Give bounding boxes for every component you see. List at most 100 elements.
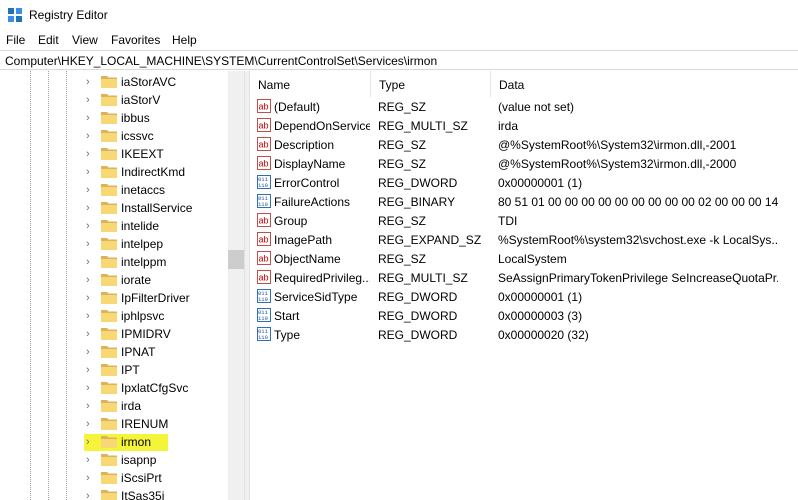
tree-item[interactable]: › InstallService — [0, 199, 228, 217]
value-name: ErrorControl — [274, 176, 340, 190]
value-row[interactable]: 011 110 ErrorControl REG_DWORD 0x00000001 (1… — [250, 173, 798, 192]
tree-item[interactable]: › irmon — [0, 433, 228, 451]
value-row[interactable]: ab ImagePath REG_EXPAND_SZ %SystemRoot%\sys… — [250, 230, 798, 249]
expand-chevron-icon[interactable]: › — [86, 490, 96, 500]
expand-chevron-icon[interactable]: › — [86, 328, 96, 340]
tree-item[interactable]: › iaStorV — [0, 91, 228, 109]
menu-favorites[interactable]: Favorites — [111, 33, 160, 47]
svg-text:110: 110 — [258, 182, 268, 189]
expand-chevron-icon[interactable]: › — [86, 364, 96, 376]
value-row[interactable]: ab DependOnService REG_MULTI_SZ irda — [250, 116, 798, 135]
tree-item-label: intelppm — [121, 255, 167, 269]
value-row[interactable]: ab Description REG_SZ @%SystemRoot%\System3… — [250, 135, 798, 154]
value-row[interactable]: 011 110 Start REG_DWORD 0x00000003 (3) — [250, 306, 798, 325]
expand-chevron-icon[interactable]: › — [86, 292, 96, 304]
value-row[interactable]: ab (Default) REG_SZ (value not set) — [250, 97, 798, 116]
value-data: SeAssignPrimaryTokenPrivilege SeIncrease… — [498, 271, 778, 285]
tree-item[interactable]: › irda — [0, 397, 228, 415]
expand-chevron-icon[interactable]: › — [86, 310, 96, 322]
column-header-type[interactable]: Type — [371, 71, 491, 97]
value-row[interactable]: 011 110 FailureActions REG_BINARY 80 51 01 0… — [250, 192, 798, 211]
tree-item[interactable]: › iaStorAVC — [0, 73, 228, 91]
tree-item[interactable]: › IpxlatCfgSvc — [0, 379, 228, 397]
tree-item-label: IpxlatCfgSvc — [121, 381, 189, 395]
expand-chevron-icon[interactable]: › — [86, 238, 96, 250]
expand-chevron-icon[interactable]: › — [86, 76, 96, 88]
value-row[interactable]: ab DisplayName REG_SZ @%SystemRoot%\System3… — [250, 154, 798, 173]
value-type: REG_SZ — [378, 100, 427, 114]
value-row[interactable]: 011 110 ServiceSidType REG_DWORD 0x00000001 … — [250, 287, 798, 306]
tree-item[interactable]: › isapnp — [0, 451, 228, 469]
value-name: Group — [274, 214, 308, 228]
tree-item-label: IRENUM — [121, 417, 169, 431]
menu-file[interactable]: File — [6, 33, 25, 47]
values-pane[interactable]: Name Type Data ab (Default) REG_SZ (value n… — [250, 71, 798, 500]
tree-item[interactable]: › IPMIDRV — [0, 325, 228, 343]
expand-chevron-icon[interactable]: › — [86, 184, 96, 196]
tree-scrollbar[interactable] — [228, 71, 244, 500]
value-data: 0x00000003 (3) — [498, 309, 583, 323]
expand-chevron-icon[interactable]: › — [86, 148, 96, 160]
value-name: ServiceSidType — [274, 290, 358, 304]
tree-item[interactable]: › IndirectKmd — [0, 163, 228, 181]
value-name: FailureActions — [274, 195, 351, 209]
value-row[interactable]: ab RequiredPrivileg... REG_MULTI_SZ SeAssig… — [250, 268, 798, 287]
tree-item[interactable]: › IRENUM — [0, 415, 228, 433]
expand-chevron-icon[interactable]: › — [86, 220, 96, 232]
expand-chevron-icon[interactable]: › — [86, 436, 96, 448]
tree-item[interactable]: › iphlpsvc — [0, 307, 228, 325]
address-path[interactable]: Computer\HKEY_LOCAL_MACHINE\SYSTEM\Curre… — [5, 54, 437, 68]
value-row[interactable]: 011 110 Type REG_DWORD 0x00000020 (32) — [250, 325, 798, 344]
expand-chevron-icon[interactable]: › — [86, 472, 96, 484]
expand-chevron-icon[interactable]: › — [86, 400, 96, 412]
expand-chevron-icon[interactable]: › — [86, 382, 96, 394]
value-name: DisplayName — [274, 157, 346, 171]
tree-item[interactable]: › intelide — [0, 217, 228, 235]
expand-chevron-icon[interactable]: › — [86, 130, 96, 142]
tree-item[interactable]: › IPNAT — [0, 343, 228, 361]
expand-chevron-icon[interactable]: › — [86, 274, 96, 286]
key-tree-pane[interactable]: › iaStorAVC › iaStorV › ibbus › icssvc › IKEEXT › I… — [0, 71, 244, 500]
expand-chevron-icon[interactable]: › — [86, 166, 96, 178]
tree-item[interactable]: › intelppm — [0, 253, 228, 271]
tree-item[interactable]: › icssvc — [0, 127, 228, 145]
value-name: (Default) — [274, 100, 321, 114]
tree-item-label: irmon — [121, 435, 152, 449]
tree-item[interactable]: › ItSas35i — [0, 487, 228, 500]
value-name: ImagePath — [274, 233, 333, 247]
expand-chevron-icon[interactable]: › — [86, 454, 96, 466]
string-value-icon: ab — [257, 270, 271, 284]
value-name: ObjectName — [274, 252, 341, 266]
tree-item[interactable]: › iorate — [0, 271, 228, 289]
binary-value-icon: 011110 — [257, 289, 271, 303]
value-row[interactable]: ab ObjectName REG_SZ LocalSystem — [250, 249, 798, 268]
tree-item[interactable]: › inetaccs — [0, 181, 228, 199]
registry-editor-icon — [8, 8, 22, 22]
tree-item[interactable]: › IPT — [0, 361, 228, 379]
expand-chevron-icon[interactable]: › — [86, 418, 96, 430]
column-header-name[interactable]: Name — [250, 71, 371, 97]
tree-item-label: intelpep — [121, 237, 164, 251]
menu-edit[interactable]: Edit — [38, 33, 59, 47]
expand-chevron-icon[interactable]: › — [86, 256, 96, 268]
expand-chevron-icon[interactable]: › — [86, 94, 96, 106]
tree-scroll-thumb[interactable] — [228, 250, 244, 269]
tree-item[interactable]: › IpFilterDriver — [0, 289, 228, 307]
address-bar[interactable]: Computer\HKEY_LOCAL_MACHINE\SYSTEM\Curre… — [0, 50, 798, 70]
folder-icon — [101, 148, 117, 160]
tree-item[interactable]: › intelpep — [0, 235, 228, 253]
tree-item[interactable]: › IKEEXT — [0, 145, 228, 163]
value-data: 0x00000020 (32) — [498, 328, 589, 342]
menu-help[interactable]: Help — [172, 33, 197, 47]
tree-item[interactable]: › ibbus — [0, 109, 228, 127]
tree-item-label: isapnp — [121, 453, 157, 467]
column-header-data[interactable]: Data — [491, 71, 798, 97]
value-row[interactable]: ab Group REG_SZ TDI — [250, 211, 798, 230]
value-type: REG_SZ — [378, 214, 427, 228]
menu-view[interactable]: View — [72, 33, 98, 47]
tree-item[interactable]: › iScsiPrt — [0, 469, 228, 487]
value-name: DependOnService — [274, 119, 370, 133]
expand-chevron-icon[interactable]: › — [86, 202, 96, 214]
expand-chevron-icon[interactable]: › — [86, 112, 96, 124]
expand-chevron-icon[interactable]: › — [86, 346, 96, 358]
